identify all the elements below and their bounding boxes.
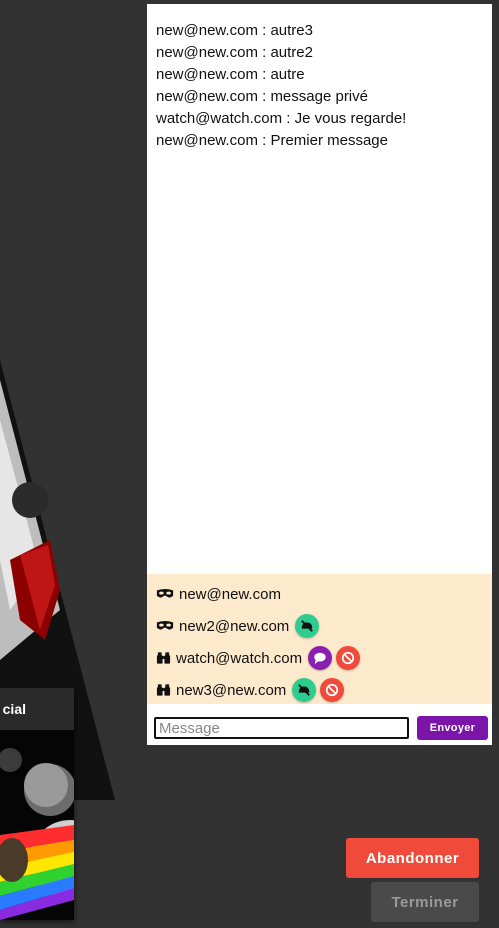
abandon-button[interactable]: Abandonner bbox=[346, 838, 479, 878]
ban-icon bbox=[341, 651, 355, 665]
chat-bubble-icon bbox=[314, 652, 326, 665]
send-button[interactable]: Envoyer bbox=[417, 716, 488, 740]
user-name: new3@new.com bbox=[176, 681, 287, 699]
user-list: new@new.com new2@new.com watch@watch.com… bbox=[147, 574, 492, 704]
message-input[interactable] bbox=[154, 717, 409, 739]
binoculars-icon bbox=[156, 652, 171, 664]
player-mask-icon bbox=[156, 589, 174, 598]
binoculars-icon bbox=[156, 684, 171, 696]
game-card: cial bbox=[0, 688, 74, 920]
chat-message: new@new.com : autre bbox=[156, 66, 305, 83]
unmute-button[interactable] bbox=[295, 614, 320, 638]
ban-button[interactable] bbox=[320, 678, 345, 702]
user-name: new2@new.com bbox=[179, 617, 290, 635]
chat-panel: new@new.com : autre3 new@new.com : autre… bbox=[147, 4, 492, 745]
unmute-button[interactable] bbox=[292, 678, 317, 702]
user-name: new@new.com bbox=[179, 585, 281, 603]
user-row: new@new.com bbox=[147, 578, 492, 610]
user-row: new3@new.com bbox=[147, 674, 492, 706]
chat-message: watch@watch.com : Je vous regarde! bbox=[156, 110, 407, 127]
chat-message: new@new.com : autre3 bbox=[156, 22, 313, 39]
game-card-title: cial bbox=[0, 688, 74, 730]
chat-message: new@new.com : message privé bbox=[156, 88, 368, 105]
message-composer: Envoyer bbox=[147, 704, 492, 745]
finish-button[interactable]: Terminer bbox=[371, 882, 479, 922]
player-mask-icon bbox=[156, 621, 174, 630]
user-row: new2@new.com bbox=[147, 610, 492, 642]
unmute-icon bbox=[301, 620, 314, 632]
private-message-button[interactable] bbox=[308, 646, 333, 670]
unmute-icon bbox=[298, 684, 311, 696]
chat-message: new@new.com : autre2 bbox=[156, 44, 313, 61]
chat-message: new@new.com : Premier message bbox=[156, 132, 388, 149]
user-name: watch@watch.com bbox=[176, 649, 303, 667]
game-card-image bbox=[0, 730, 74, 920]
ban-icon bbox=[326, 683, 339, 697]
user-row: watch@watch.com bbox=[147, 642, 492, 674]
message-list: new@new.com : autre3 new@new.com : autre… bbox=[147, 4, 492, 574]
ban-button[interactable] bbox=[336, 646, 361, 670]
